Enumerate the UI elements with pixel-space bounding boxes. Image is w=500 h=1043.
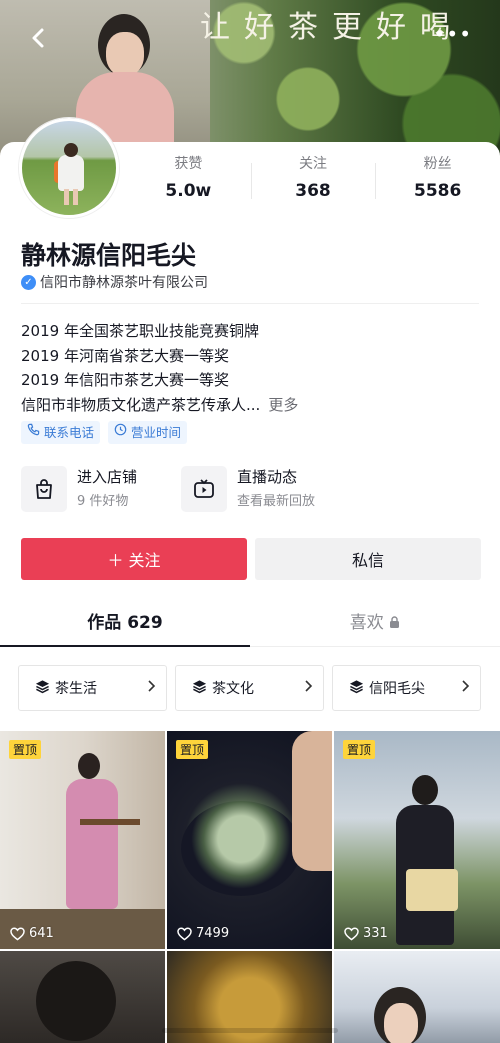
stat-likes[interactable]: 获赞 5.0w (126, 155, 251, 209)
video-grid: 置顶 641 置顶 7499 置顶 331 (0, 731, 500, 1043)
chevron-left-icon (32, 28, 44, 48)
likes-count: 331 (363, 926, 388, 941)
tab-label: 作品 629 (87, 613, 163, 633)
verified-check-icon: ✓ (21, 274, 36, 290)
heart-icon (344, 926, 359, 941)
collection-label: 信阳毛尖 (369, 681, 425, 697)
stat-value: 5.0w (165, 181, 212, 201)
content-tabs: 作品 629 喜欢 (0, 604, 500, 647)
collection-chip[interactable]: 茶生活 (18, 665, 167, 711)
tag-hours[interactable]: 营业时间 (108, 421, 188, 444)
home-indicator[interactable] (162, 1028, 338, 1033)
tab-likes[interactable]: 喜欢 (250, 604, 500, 646)
heart-icon (177, 926, 192, 941)
phone-icon (27, 421, 40, 444)
video-thumbnail[interactable]: 置顶 641 (0, 731, 165, 949)
profile-name: 静林源信阳毛尖 (21, 241, 197, 270)
layers-icon (349, 679, 364, 698)
stat-label: 获赞 (174, 156, 203, 172)
likes-count: 7499 (196, 926, 230, 941)
video-thumbnail[interactable]: 置顶 7499 (167, 731, 332, 949)
chevron-right-icon (146, 679, 156, 697)
stat-followers[interactable]: 粉丝 5586 (375, 155, 500, 209)
bio-line: 2019 年信阳市茶艺大赛一等奖 (21, 371, 229, 389)
bio-line: 2019 年全国茶艺职业技能竞赛铜牌 (21, 322, 259, 340)
follow-button[interactable]: ＋ 关注 (21, 538, 247, 580)
tab-works[interactable]: 作品 629 (0, 604, 250, 647)
pinned-badge: 置顶 (9, 740, 42, 759)
video-thumbnail[interactable] (334, 951, 500, 1043)
likes-count: 641 (29, 926, 54, 941)
lock-icon (389, 613, 400, 633)
collection-chip[interactable]: 茶文化 (175, 665, 324, 711)
stat-value: 368 (295, 181, 331, 201)
entry-shop[interactable]: 进入店铺 9 件好物 (21, 466, 181, 512)
feature-entries: 进入店铺 9 件好物 直播动态 查看最新回放 (21, 466, 341, 512)
chevron-right-icon (460, 679, 470, 697)
layers-icon (192, 679, 207, 698)
stat-label: 粉丝 (423, 156, 452, 172)
message-button[interactable]: 私信 (255, 538, 481, 580)
tag-label: 营业时间 (131, 425, 182, 440)
verified-badge[interactable]: ✓ 信阳市静林源茶叶有限公司 (21, 272, 208, 292)
heart-icon (10, 926, 25, 941)
stat-following[interactable]: 关注 368 (250, 155, 376, 209)
entry-subtitle: 9 件好物 (77, 494, 129, 509)
action-buttons: ＋ 关注 私信 (21, 538, 481, 580)
avatar[interactable] (19, 118, 119, 218)
entry-title: 直播动态 (237, 468, 298, 486)
bio-line: 2019 年河南省茶艺大赛一等奖 (21, 346, 229, 365)
tag-phone[interactable]: 联系电话 (21, 421, 101, 444)
collection-chip[interactable]: 信阳毛尖 (332, 665, 481, 711)
divider (21, 303, 479, 304)
profile-bio: 2019 年全国茶艺职业技能竞赛铜牌 2019 年河南省茶艺大赛一等奖 2019… (21, 319, 298, 417)
entry-title: 进入店铺 (77, 468, 138, 486)
contact-tags: 联系电话 营业时间 (21, 421, 188, 444)
profile-stats: 获赞 5.0w 关注 368 粉丝 5586 (126, 155, 500, 209)
entry-subtitle: 查看最新回放 (237, 494, 316, 509)
pinned-badge: 置顶 (176, 740, 209, 759)
more-button[interactable]: ••• (434, 24, 472, 44)
collection-label: 茶文化 (212, 681, 254, 697)
video-thumbnail[interactable]: 置顶 331 (334, 731, 500, 949)
collection-chips: 茶生活 茶文化 信阳毛尖 (18, 665, 481, 711)
live-tv-icon (181, 466, 227, 512)
banner-slogan: 让好茶更好喝 (200, 10, 464, 45)
bio-line: 信阳市非物质文化遗产茶艺传承人... (21, 395, 261, 414)
shopping-bag-icon (21, 466, 67, 512)
stat-value: 5586 (414, 181, 462, 201)
layers-icon (35, 679, 50, 698)
stat-label: 关注 (299, 156, 327, 172)
video-likes: 641 (10, 926, 54, 941)
bio-more-link[interactable]: 更多 (268, 396, 298, 414)
entry-live[interactable]: 直播动态 查看最新回放 (181, 466, 341, 512)
more-dots-icon: ••• (433, 22, 472, 46)
pinned-badge: 置顶 (343, 740, 376, 759)
back-button[interactable] (22, 22, 54, 54)
tab-label: 喜欢 (349, 613, 384, 633)
video-thumbnail[interactable] (0, 951, 165, 1043)
chevron-right-icon (303, 679, 313, 697)
tag-label: 联系电话 (44, 425, 95, 440)
video-likes: 331 (344, 926, 388, 941)
clock-icon (114, 421, 127, 444)
collection-label: 茶生活 (55, 681, 97, 697)
video-likes: 7499 (177, 926, 229, 941)
verified-org-name: 信阳市静林源茶叶有限公司 (40, 275, 208, 291)
